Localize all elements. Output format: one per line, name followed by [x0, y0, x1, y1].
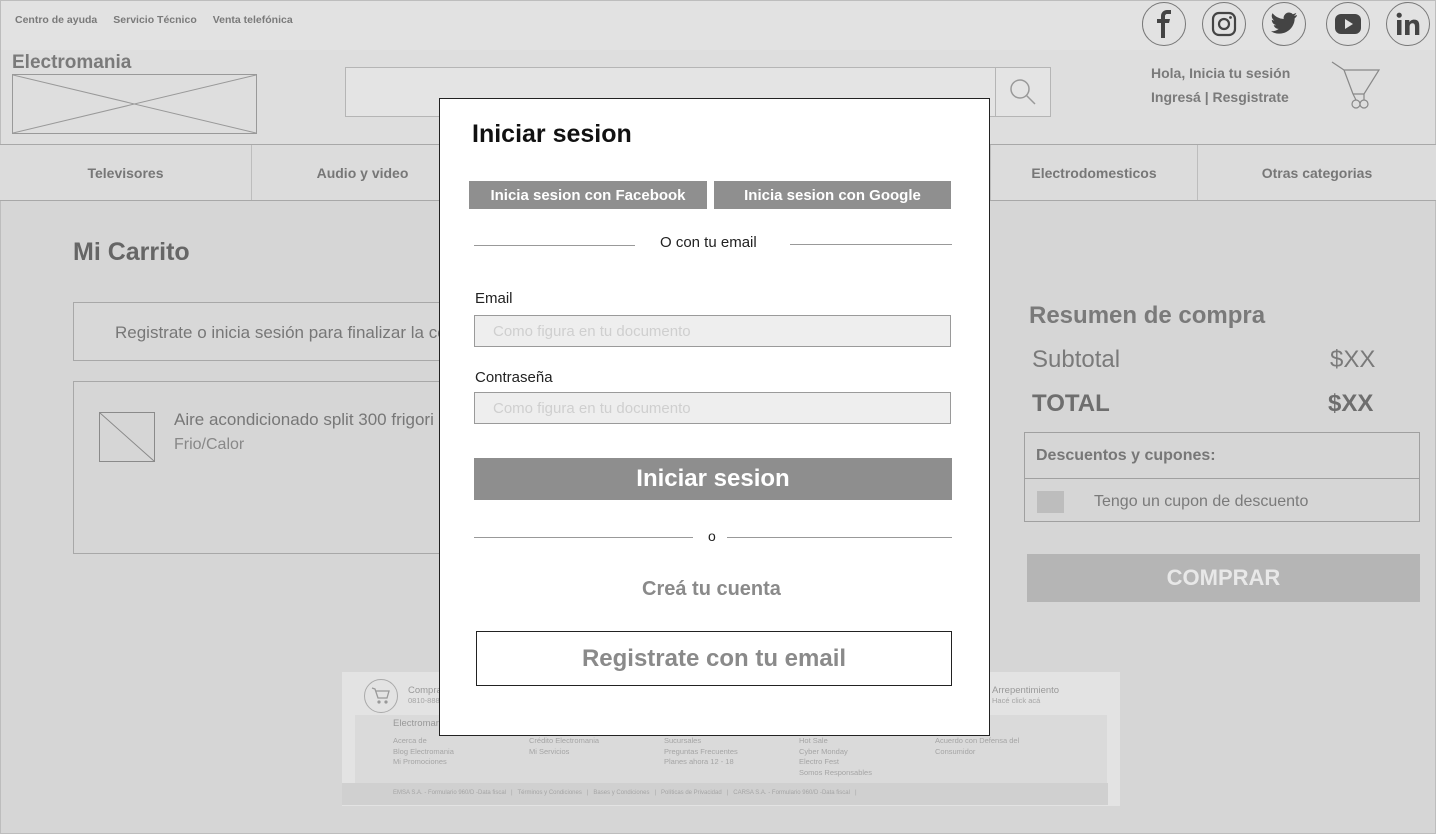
google-login-button[interactable]: Inicia sesion con Google — [714, 181, 951, 209]
page-title: Mi Carrito — [73, 238, 190, 266]
footer-link[interactable]: Somos Responsables — [799, 768, 872, 779]
facebook-login-button[interactable]: Inicia sesion con Facebook — [469, 181, 707, 209]
coupon-label: Tengo un cupon de descuento — [1094, 493, 1309, 510]
footer-arrepentimiento[interactable]: Arrepentimiento — [992, 685, 1059, 696]
create-account-text[interactable]: Creá tu cuenta — [642, 578, 781, 601]
subtotal-value: $XX — [1330, 346, 1376, 373]
modal-title: Iniciar sesion — [472, 120, 632, 148]
top-links: Centro de ayuda Servicio Técnico Venta t… — [15, 14, 293, 26]
login-notice-text: Registrate o inicia sesión para finaliza… — [115, 323, 447, 342]
product-variant: Frio/Calor — [174, 436, 245, 453]
subtotal-label: Subtotal — [1032, 346, 1121, 373]
total-label: TOTAL — [1032, 390, 1110, 417]
footer-link[interactable]: Mi Promociones — [393, 757, 454, 768]
email-label: Email — [475, 290, 513, 307]
search-button[interactable] — [995, 67, 1051, 117]
footer-link[interactable]: Cyber Monday — [799, 747, 872, 758]
footer-link[interactable]: Acerca de — [393, 736, 454, 747]
auth-separator: | — [1204, 89, 1209, 105]
footer-link[interactable]: Electro Fest — [799, 757, 872, 768]
buy-button[interactable]: COMPRAR — [1027, 554, 1420, 602]
email-divider-text: O con tu email — [660, 234, 757, 251]
or-divider-text: o — [708, 528, 716, 544]
logo-placeholder[interactable] — [12, 74, 257, 134]
brand-name: Electromania — [12, 52, 132, 73]
footer-cart-icon — [364, 679, 398, 713]
tech-service-link[interactable]: Servicio Técnico — [113, 14, 196, 26]
coupon-checkbox[interactable] — [1037, 491, 1064, 513]
footer-legal-links[interactable]: EMSA S.A. - Formulario 960/D -Data fisca… — [393, 790, 857, 796]
footer-link[interactable]: Hot Sale — [799, 736, 872, 747]
nav-item-otras-categorias[interactable]: Otras categorias — [1198, 145, 1436, 200]
greeting-text: Hola, Inicia tu sesión — [1151, 65, 1291, 81]
nav-item-televisores[interactable]: Televisores — [0, 145, 252, 200]
cart-icon[interactable] — [1330, 60, 1384, 119]
facebook-icon[interactable] — [1142, 2, 1186, 46]
footer-link[interactable]: Planes ahora 12 - 18 — [664, 757, 738, 768]
register-link[interactable]: Resgistrate — [1213, 89, 1289, 105]
register-email-button[interactable]: Registrate con tu email — [476, 631, 952, 686]
search-icon — [1010, 79, 1036, 105]
footer-link[interactable]: Consumidor — [935, 747, 1019, 758]
footer-link[interactable]: Mi Servicios — [529, 747, 599, 758]
divider-line — [790, 244, 952, 245]
nav-item-electrodomesticos[interactable]: Electrodomesticos — [990, 145, 1198, 200]
footer-phone: 0810-888 — [408, 696, 440, 705]
divider-line — [727, 537, 952, 538]
login-link[interactable]: Ingresá — [1151, 89, 1201, 105]
total-value: $XX — [1328, 390, 1374, 417]
footer-link[interactable]: Acuerdo con Defensa del — [935, 736, 1019, 747]
footer-link[interactable]: Blog Electromania — [393, 747, 454, 758]
phone-sales-link[interactable]: Venta telefónica — [213, 14, 293, 26]
linkedin-icon[interactable] — [1386, 2, 1430, 46]
summary-title: Resumen de compra — [1029, 302, 1266, 329]
product-image-placeholder — [99, 412, 155, 462]
discounts-title: Descuentos y cupones: — [1036, 447, 1216, 464]
youtube-icon[interactable] — [1326, 2, 1370, 46]
footer-brand: Electromar — [393, 718, 439, 729]
product-name: Aire acondicionado split 300 frigori — [174, 410, 434, 429]
footer-link[interactable]: Crédito Electromania — [529, 736, 599, 747]
divider-line — [474, 537, 693, 538]
password-label: Contraseña — [475, 369, 553, 386]
cart-item — [73, 381, 453, 554]
footer-link[interactable]: Preguntas Frecuentes — [664, 747, 738, 758]
help-center-link[interactable]: Centro de ayuda — [15, 14, 97, 26]
footer-arrepentimiento-sub[interactable]: Hacé click acá — [992, 696, 1040, 705]
footer-purchase-head: Compra — [408, 685, 442, 696]
twitter-icon[interactable] — [1262, 2, 1306, 46]
footer-link[interactable]: Sucursales — [664, 736, 738, 747]
auth-links: Ingresá | Resgistrate — [1151, 89, 1289, 105]
email-field[interactable] — [474, 315, 951, 347]
instagram-icon[interactable] — [1202, 2, 1246, 46]
password-field[interactable] — [474, 392, 951, 424]
divider-line — [474, 245, 635, 246]
login-submit-button[interactable]: Iniciar sesion — [474, 458, 952, 500]
